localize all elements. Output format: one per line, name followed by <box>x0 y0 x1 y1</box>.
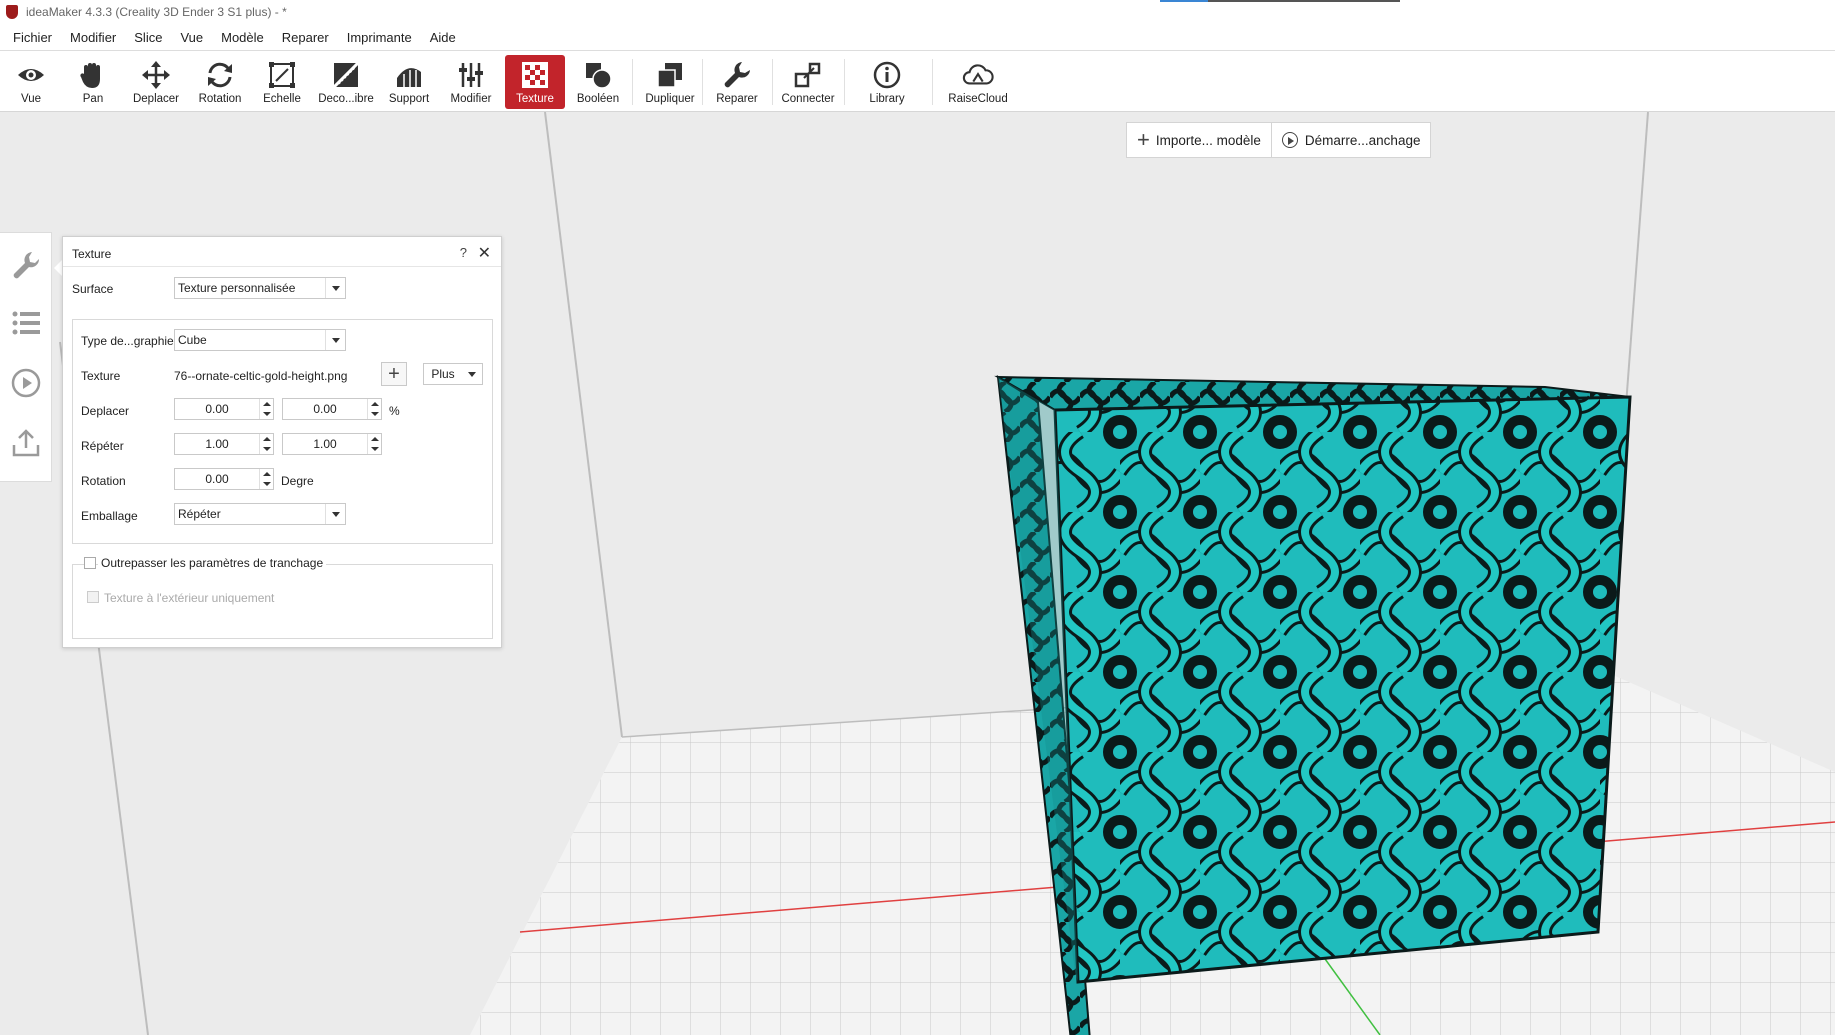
plus-icon: + <box>388 363 400 385</box>
left-side-strip <box>0 232 52 482</box>
exterior-only-checkbox[interactable] <box>87 591 99 603</box>
rotation-spinbox[interactable]: 0.00 <box>174 468 274 490</box>
spin-arrows-icon[interactable] <box>259 469 273 489</box>
rotation-unit: Degre <box>281 474 314 488</box>
cloud-icon <box>962 59 994 91</box>
wrap-select[interactable]: Répéter <box>174 503 346 525</box>
add-texture-button[interactable]: + <box>381 362 407 386</box>
wrench-icon <box>721 59 753 91</box>
play-circle-icon[interactable] <box>8 365 44 401</box>
start-slicing-button[interactable]: Démarre...anchage <box>1270 123 1431 157</box>
list-icon[interactable] <box>8 305 44 341</box>
boolean-shapes-icon <box>582 59 614 91</box>
menu-modifier[interactable]: Modifier <box>61 30 125 45</box>
connect-icon <box>792 59 824 91</box>
texture-panel: Texture ? ✕ Surface Texture personnalisé… <box>62 236 502 648</box>
cut-icon <box>330 59 362 91</box>
wrap-label: Emballage <box>81 509 138 523</box>
tool-vue-button[interactable]: Vue <box>8 55 54 109</box>
checker-texture-icon <box>519 59 551 91</box>
surface-select[interactable]: Texture personnalisée <box>174 277 346 299</box>
spin-arrows-icon[interactable] <box>259 434 273 454</box>
offset-unit: % <box>389 404 400 418</box>
offset-y-spinbox[interactable]: 0.00 <box>282 398 382 420</box>
scale-icon <box>266 59 298 91</box>
import-model-button[interactable]: + Importe... modèle <box>1127 123 1271 157</box>
spin-arrows-icon[interactable] <box>367 399 381 419</box>
window-title: ideaMaker 4.3.3 (Creality 3D Ender 3 S1 … <box>26 5 287 19</box>
menu-slice[interactable]: Slice <box>125 30 171 45</box>
rotation-label: Rotation <box>81 474 126 488</box>
projection-label: Type de...graphie <box>81 334 174 348</box>
plus-icon: + <box>1137 127 1150 152</box>
tool-raisecloud-button[interactable]: RaiseCloud <box>946 55 1010 109</box>
chevron-down-icon <box>325 278 345 298</box>
hand-icon <box>77 59 109 91</box>
app-logo-icon <box>6 5 18 19</box>
spin-arrows-icon[interactable] <box>259 399 273 419</box>
viewport-action-bar: + Importe... modèle Démarre...anchage <box>1126 122 1432 158</box>
override-label: Outrepasser les paramètres de tranchage <box>98 556 327 570</box>
menu-modele[interactable]: Modèle <box>212 30 273 45</box>
move-arrows-icon <box>140 59 172 91</box>
duplicate-icon <box>654 59 686 91</box>
chevron-down-icon <box>462 364 482 384</box>
menu-fichier[interactable]: Fichier <box>4 30 61 45</box>
tool-connecter-button[interactable]: Connecter <box>778 55 838 109</box>
spin-arrows-icon[interactable] <box>367 434 381 454</box>
menu-imprimante[interactable]: Imprimante <box>338 30 421 45</box>
menu-aide[interactable]: Aide <box>421 30 465 45</box>
tool-booleen-button[interactable]: Booléen <box>570 55 626 109</box>
panel-pointer <box>54 260 62 276</box>
offset-x-spinbox[interactable]: 0.00 <box>174 398 274 420</box>
title-bar: ideaMaker 4.3.3 (Creality 3D Ender 3 S1 … <box>0 0 1835 24</box>
more-select[interactable]: Plus <box>423 363 483 385</box>
texture-label: Texture <box>81 369 121 383</box>
support-icon <box>393 59 425 91</box>
eye-icon <box>15 59 47 91</box>
sliders-icon <box>455 59 487 91</box>
offset-label: Deplacer <box>81 404 130 418</box>
panel-title: Texture <box>72 247 112 261</box>
title-progress-line <box>1160 0 1400 2</box>
repeat-y-spinbox[interactable]: 1.00 <box>282 433 382 455</box>
tool-support-button[interactable]: Support <box>382 55 436 109</box>
chevron-down-icon <box>325 504 345 524</box>
override-checkbox[interactable] <box>84 557 96 569</box>
play-circle-icon <box>1281 132 1298 148</box>
menu-vue[interactable]: Vue <box>171 30 212 45</box>
tool-decoupe-button[interactable]: Deco...ibre <box>316 55 376 109</box>
exterior-only-label: Texture à l'extérieur uniquement <box>101 591 278 605</box>
tool-dupliquer-button[interactable]: Dupliquer <box>640 55 700 109</box>
info-library-icon <box>871 59 903 91</box>
tool-modifier-button[interactable]: Modifier <box>444 55 498 109</box>
menu-reparer[interactable]: Reparer <box>273 30 338 45</box>
wrench-icon[interactable] <box>8 247 44 283</box>
tool-library-button[interactable]: Library <box>860 55 914 109</box>
close-button[interactable]: ✕ <box>478 243 491 263</box>
tool-texture-button[interactable]: Texture <box>505 55 565 109</box>
projection-select[interactable]: Cube <box>174 329 346 351</box>
surface-label: Surface <box>72 282 114 296</box>
repeat-x-spinbox[interactable]: 1.00 <box>174 433 274 455</box>
repeat-label: Répéter <box>81 439 124 453</box>
help-button[interactable]: ? <box>460 245 467 260</box>
upload-icon[interactable] <box>8 425 44 461</box>
chevron-down-icon <box>325 330 345 350</box>
texture-filename: 76--ornate-celtic-gold-height.png <box>174 369 348 383</box>
main-toolbar: Vue Pan Deplacer Rotation Echelle Deco..… <box>0 50 1835 112</box>
menu-bar: Fichier Modifier Slice Vue Modèle Repare… <box>0 24 1835 50</box>
tool-rotation-button[interactable]: Rotation <box>194 55 246 109</box>
tool-deplacer-button[interactable]: Deplacer <box>130 55 182 109</box>
panel-header: Texture ? ✕ <box>63 237 501 267</box>
tool-echelle-button[interactable]: Echelle <box>256 55 308 109</box>
rotate-icon <box>204 59 236 91</box>
tool-pan-button[interactable]: Pan <box>70 55 116 109</box>
tool-reparer-button[interactable]: Reparer <box>710 55 764 109</box>
